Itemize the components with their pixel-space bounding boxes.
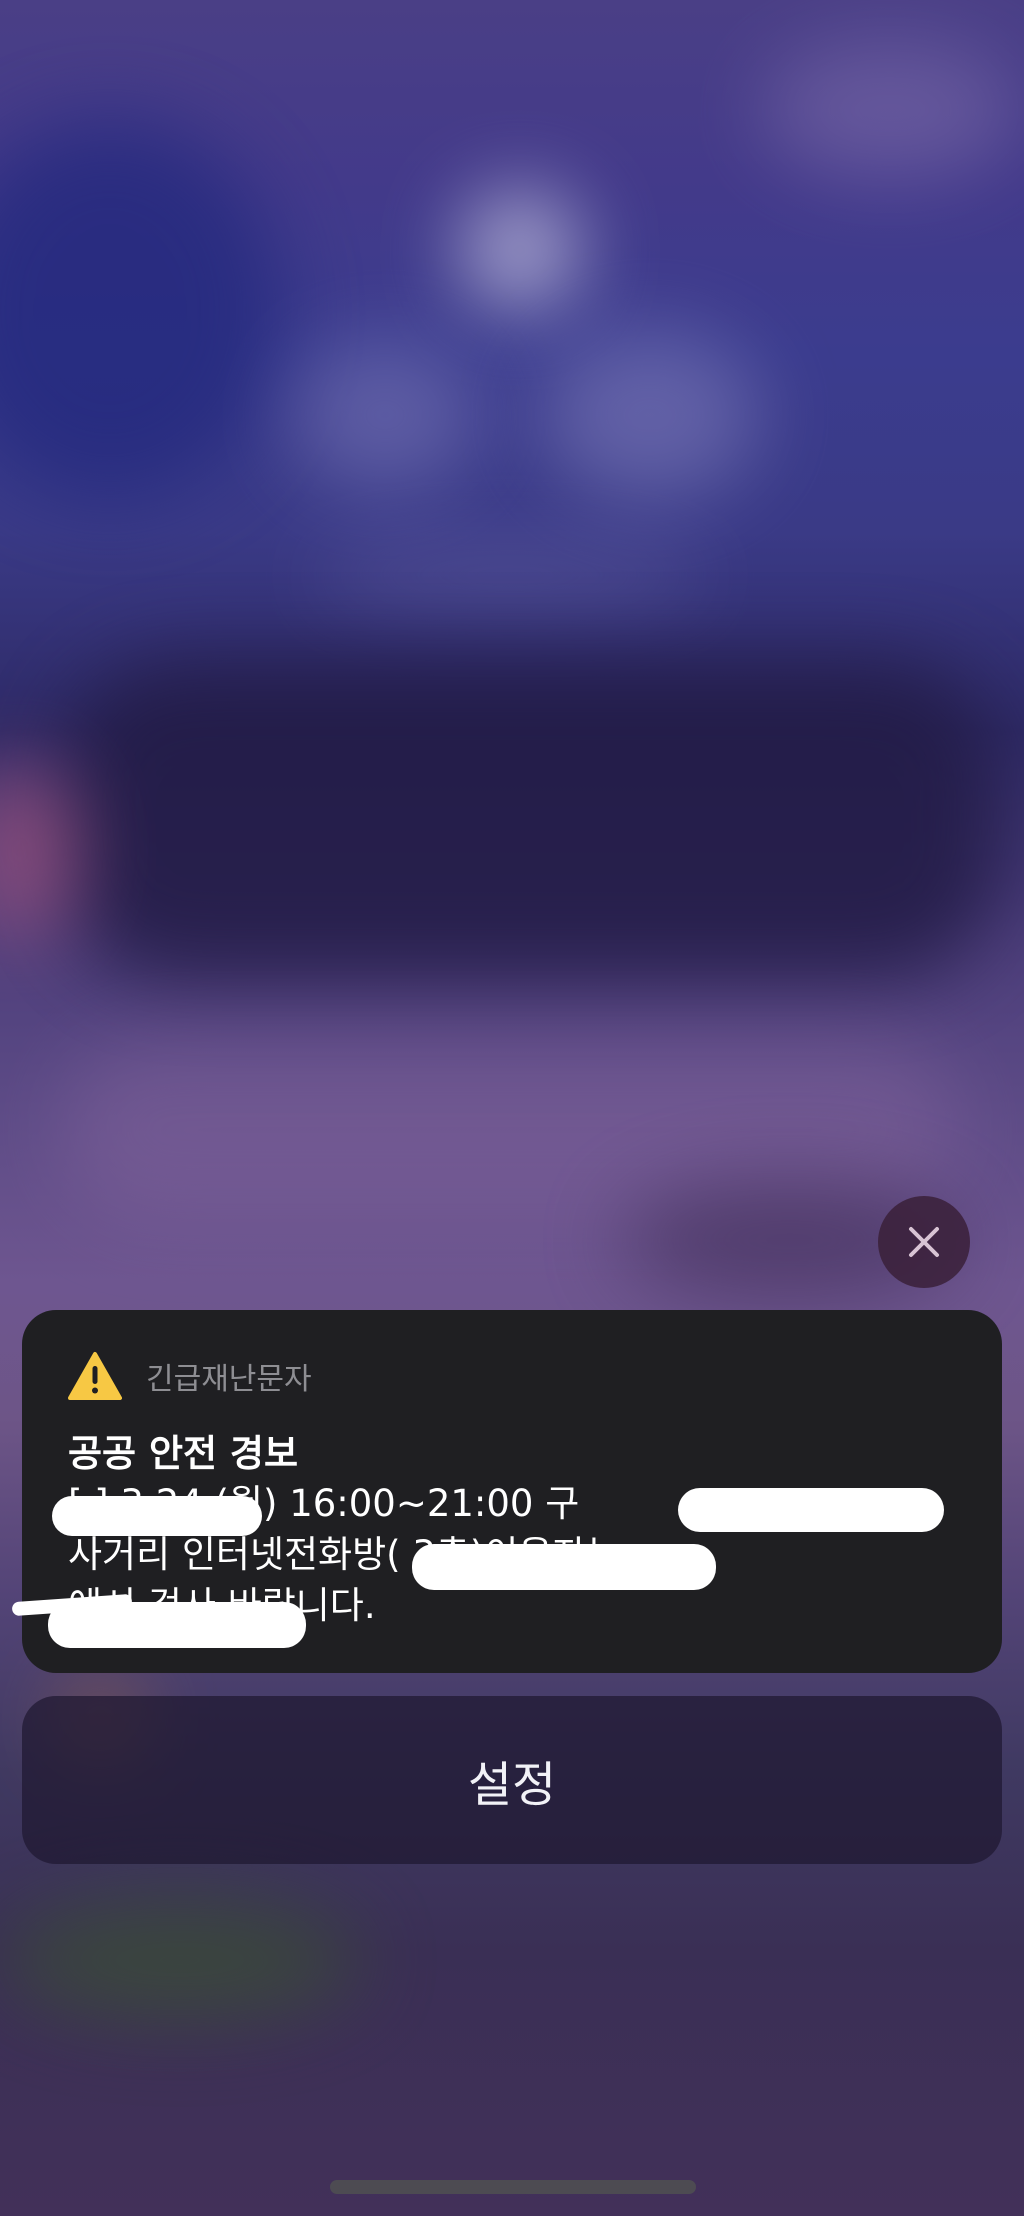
redaction-mark — [52, 1496, 262, 1536]
background-blur — [760, 40, 1020, 180]
background-blur — [310, 540, 710, 610]
background-blur — [0, 1900, 360, 2020]
background-blur — [290, 340, 480, 490]
background-blur — [540, 330, 760, 500]
alert-title: 공공 안전 경보 — [68, 1432, 299, 1475]
alert-header: 긴급재난문자 — [68, 1348, 958, 1404]
settings-button[interactable]: 설정 — [22, 1696, 1002, 1864]
warning-triangle-icon — [68, 1352, 122, 1400]
redaction-mark — [678, 1488, 944, 1532]
redaction-mark — [412, 1544, 716, 1590]
background-blur — [60, 660, 1000, 980]
close-icon — [909, 1227, 939, 1257]
background-blur — [460, 190, 580, 310]
lock-screen: 긴급재난문자 공공 안전 경보 [ ] 3.24.(월) 16:00~21:00… — [0, 0, 1024, 2216]
background-blur — [0, 120, 280, 500]
home-indicator[interactable] — [330, 2180, 696, 2194]
settings-button-label: 설정 — [467, 1757, 557, 1813]
close-button[interactable] — [878, 1196, 970, 1288]
alert-source: 긴급재난문자 — [146, 1362, 312, 1397]
emergency-alert-card[interactable]: 긴급재난문자 공공 안전 경보 [ ] 3.24.(월) 16:00~21:00… — [11, 1310, 1002, 1673]
redaction-mark — [48, 1602, 306, 1648]
